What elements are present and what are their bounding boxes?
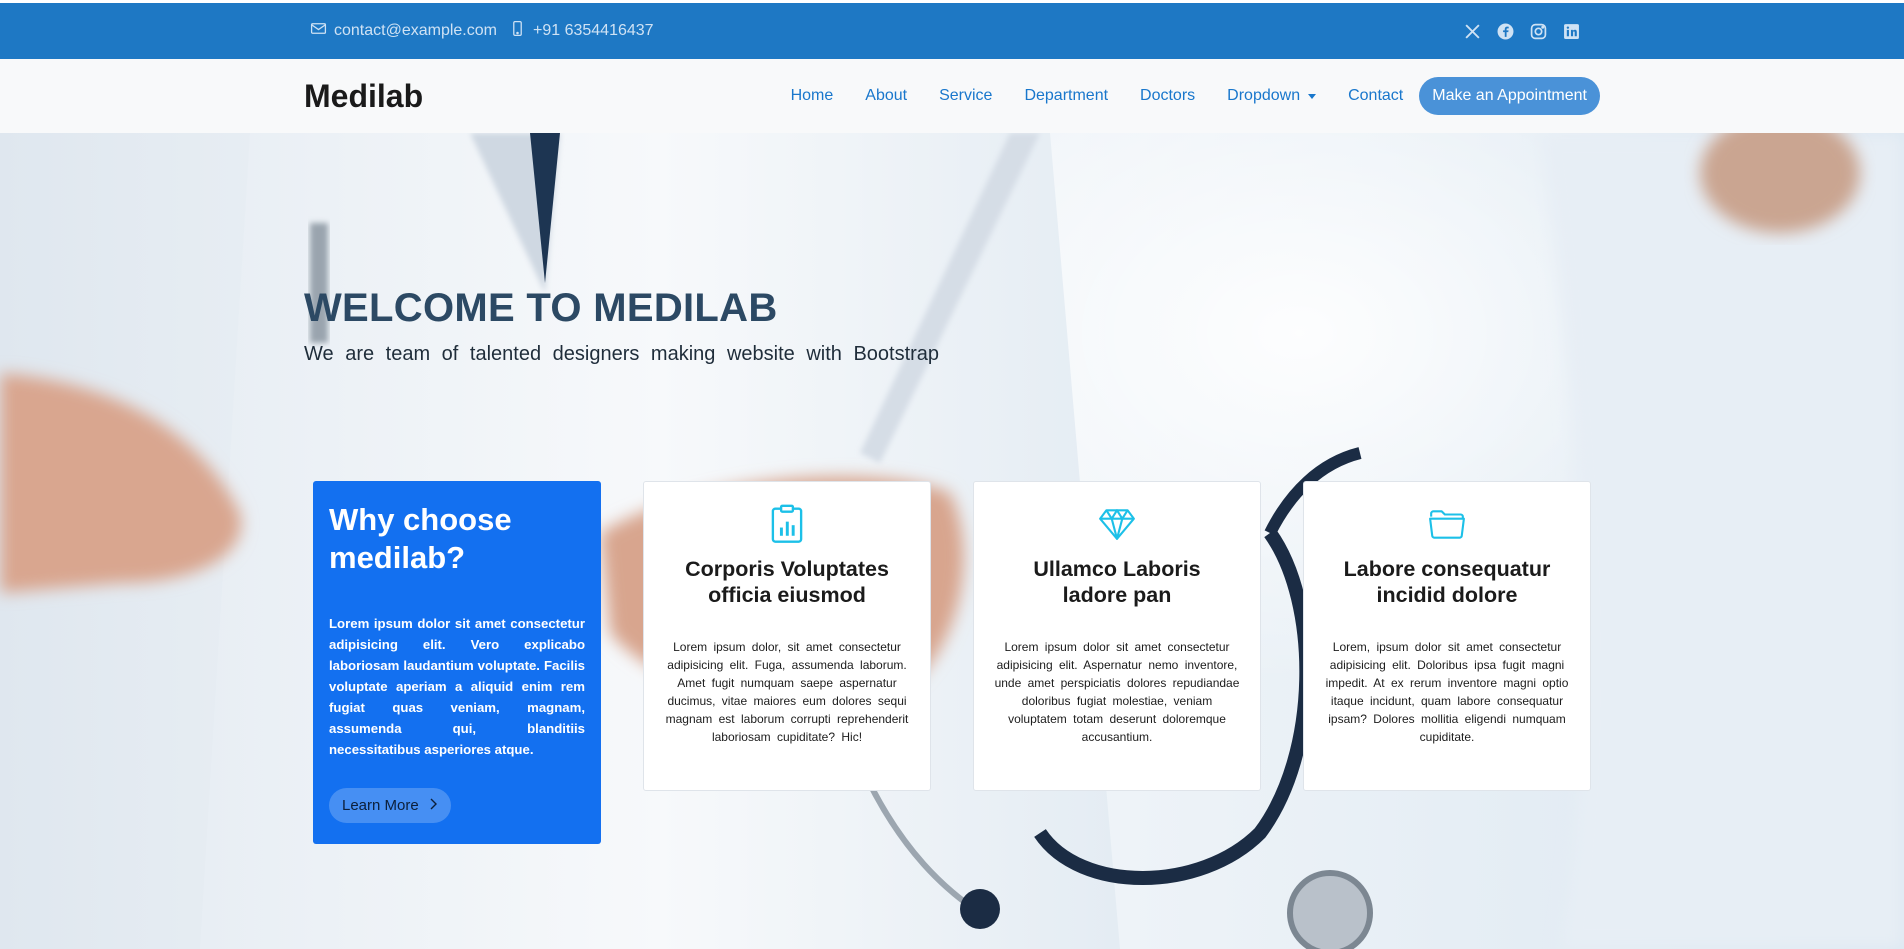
header: Medilab Home About Service Department Do… [0, 59, 1904, 133]
hero-subtitle: We are team of talented designers making… [304, 343, 940, 365]
clipboard-data-icon [658, 504, 916, 544]
hero-title: WELCOME TO MEDILAB [304, 286, 778, 330]
learn-more-label: Learn More [342, 797, 419, 814]
nav-department[interactable]: Department [1024, 87, 1108, 105]
card-text: Lorem, ipsum dolor sit amet consectetur … [1325, 640, 1569, 744]
phone-text: +91 6354416437 [533, 22, 654, 39]
nav-service[interactable]: Service [939, 87, 992, 105]
feature-card: Labore consequatur incidid dolore Lorem,… [1303, 481, 1591, 791]
card-title: Corporis Voluptates officia eiusmod [685, 557, 889, 607]
why-choose-box: Why choose medilab? Lorem ipsum dolor si… [313, 481, 601, 844]
instagram-icon[interactable] [1530, 23, 1547, 40]
nav-about[interactable]: About [865, 87, 907, 105]
social-links [1464, 3, 1580, 59]
learn-more-button[interactable]: Learn More [329, 788, 451, 823]
email-contact[interactable]: contact@example.com [310, 3, 497, 59]
hero-section: WELCOME TO MEDILAB We are team of talent… [0, 133, 1904, 949]
nav-home[interactable]: Home [791, 87, 834, 105]
card-title: Labore consequatur incidid dolore [1343, 557, 1551, 607]
envelope-icon [310, 20, 327, 42]
nav-doctors[interactable]: Doctors [1140, 87, 1195, 105]
x-icon[interactable] [1464, 23, 1481, 40]
email-text: contact@example.com [334, 22, 497, 39]
gem-icon [988, 504, 1246, 544]
logo[interactable]: Medilab [304, 59, 423, 133]
main-nav: Home About Service Department Doctors Dr… [791, 59, 1600, 133]
folder-icon [1318, 504, 1576, 544]
top-bar: contact@example.com +91 6354416437 [0, 3, 1904, 59]
card-title: Ullamco Laboris ladore pan [1033, 557, 1201, 607]
phone-contact[interactable]: +91 6354416437 [509, 3, 654, 59]
facebook-icon[interactable] [1497, 23, 1514, 40]
linkedin-icon[interactable] [1563, 23, 1580, 40]
why-title: Why choose medilab? [329, 502, 512, 575]
card-text: Lorem ipsum dolor, sit amet consectetur … [665, 640, 909, 744]
feature-card: Ullamco Laboris ladore pan Lorem ipsum d… [973, 481, 1261, 791]
chevron-down-icon [1308, 93, 1317, 99]
card-text: Lorem ipsum dolor sit amet consectetur a… [994, 640, 1240, 744]
nav-dropdown[interactable]: Dropdown [1227, 87, 1317, 105]
make-appointment-button[interactable]: Make an Appointment [1419, 77, 1600, 115]
hero-background-image [0, 133, 1904, 949]
feature-card: Corporis Voluptates officia eiusmod Lore… [643, 481, 931, 791]
chevron-right-icon [429, 797, 438, 814]
page: contact@example.com +91 6354416437 Medil [0, 0, 1904, 949]
nav-contact[interactable]: Contact [1348, 87, 1403, 105]
phone-icon [509, 20, 526, 42]
nav-dropdown-label: Dropdown [1227, 87, 1301, 104]
why-text: Lorem ipsum dolor sit amet consectetur a… [329, 616, 585, 757]
